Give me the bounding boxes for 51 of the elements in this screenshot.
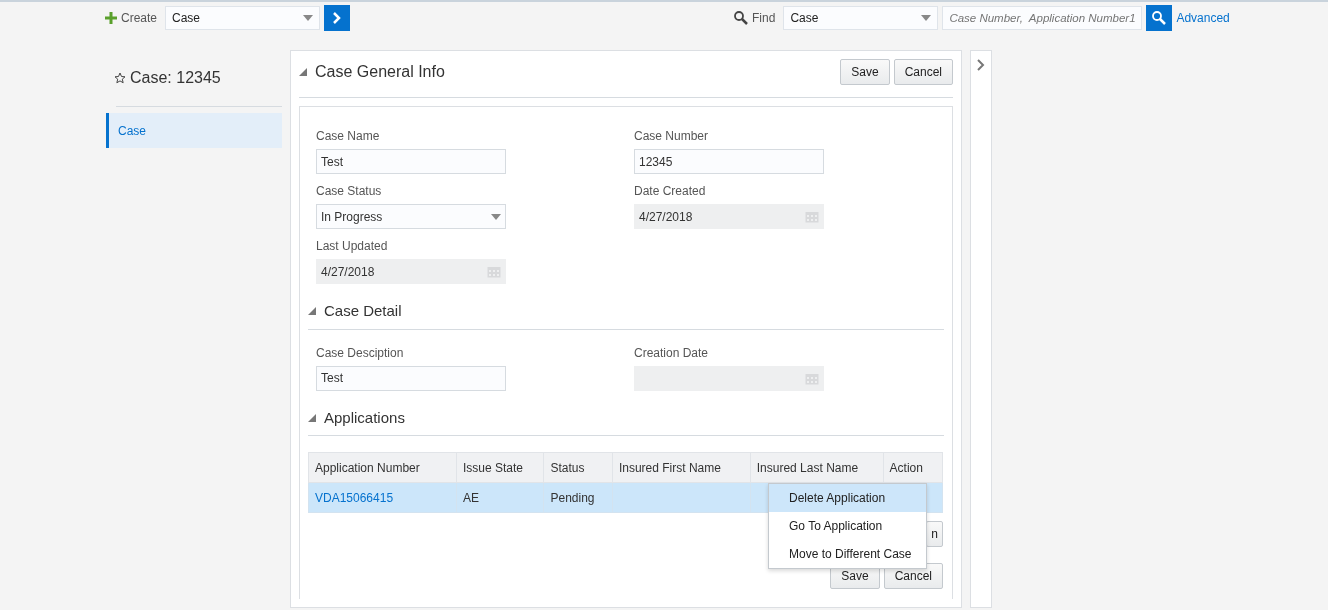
collapse-triangle-icon[interactable] (308, 307, 316, 316)
dropdown-caret-icon (303, 15, 314, 21)
advanced-link[interactable]: Advanced (1176, 9, 1230, 27)
date-field[interactable]: 4/27/2018 (634, 204, 824, 229)
date-field[interactable] (634, 365, 824, 391)
chevron-right-icon (333, 12, 342, 24)
dropdown-caret-icon (921, 15, 932, 21)
field-label: Case Name (316, 128, 381, 145)
search-field[interactable]: Case Number, Application Number1 (942, 6, 1143, 30)
save-button[interactable]: Save (840, 59, 890, 85)
status-select[interactable]: In Progress (316, 204, 506, 229)
field-label: Case Number (634, 128, 710, 145)
star-icon[interactable] (114, 72, 126, 84)
field-label: Last Updated (316, 238, 389, 255)
column-header[interactable]: Application Number (308, 452, 457, 483)
collapse-triangle-icon[interactable] (308, 413, 316, 422)
search-icon (1152, 11, 1167, 25)
input-field[interactable]: Test (316, 149, 506, 174)
cancel-button[interactable]: Cancel (893, 59, 953, 85)
column-header[interactable]: Insured First Name (612, 452, 751, 483)
field-label: Creation Date (634, 344, 710, 362)
input-field[interactable]: Test (316, 365, 506, 391)
table-cell: AE (462, 490, 479, 505)
field-label: Case Desciption (316, 344, 405, 362)
collapse-triangle-icon[interactable] (299, 68, 307, 76)
search-button[interactable] (1146, 5, 1173, 31)
column-header[interactable]: Action (883, 452, 943, 483)
case-title: Case: 12345 (130, 68, 221, 88)
menu-item[interactable]: Go To Application (769, 512, 926, 540)
table-cell: Pending (550, 490, 595, 505)
chevron-right-icon[interactable] (977, 59, 985, 71)
section-title: Case Detail (324, 301, 402, 321)
find-select[interactable]: Case (783, 6, 939, 30)
section-title: Applications (324, 407, 405, 428)
plus-icon (105, 12, 117, 24)
column-header[interactable]: Status (543, 452, 613, 483)
field-label: Date Created (634, 183, 707, 200)
date-field[interactable]: 4/27/2018 (316, 259, 506, 284)
column-header[interactable]: Insured Last Name (750, 452, 884, 483)
field-label: Case Status (316, 183, 383, 200)
search-icon (734, 11, 749, 25)
create-label: Create (121, 10, 158, 27)
section-title: Case General Info (315, 62, 445, 82)
dropdown-caret-icon (491, 213, 501, 220)
find-label: Find (752, 10, 776, 27)
sidebar-item[interactable]: Case (106, 113, 282, 148)
input-field[interactable]: 12345 (634, 149, 824, 174)
go-button[interactable] (324, 5, 351, 31)
type-select[interactable]: Case (165, 6, 321, 30)
column-header[interactable]: Issue State (456, 452, 544, 483)
menu-item[interactable]: Delete Application (769, 484, 926, 512)
